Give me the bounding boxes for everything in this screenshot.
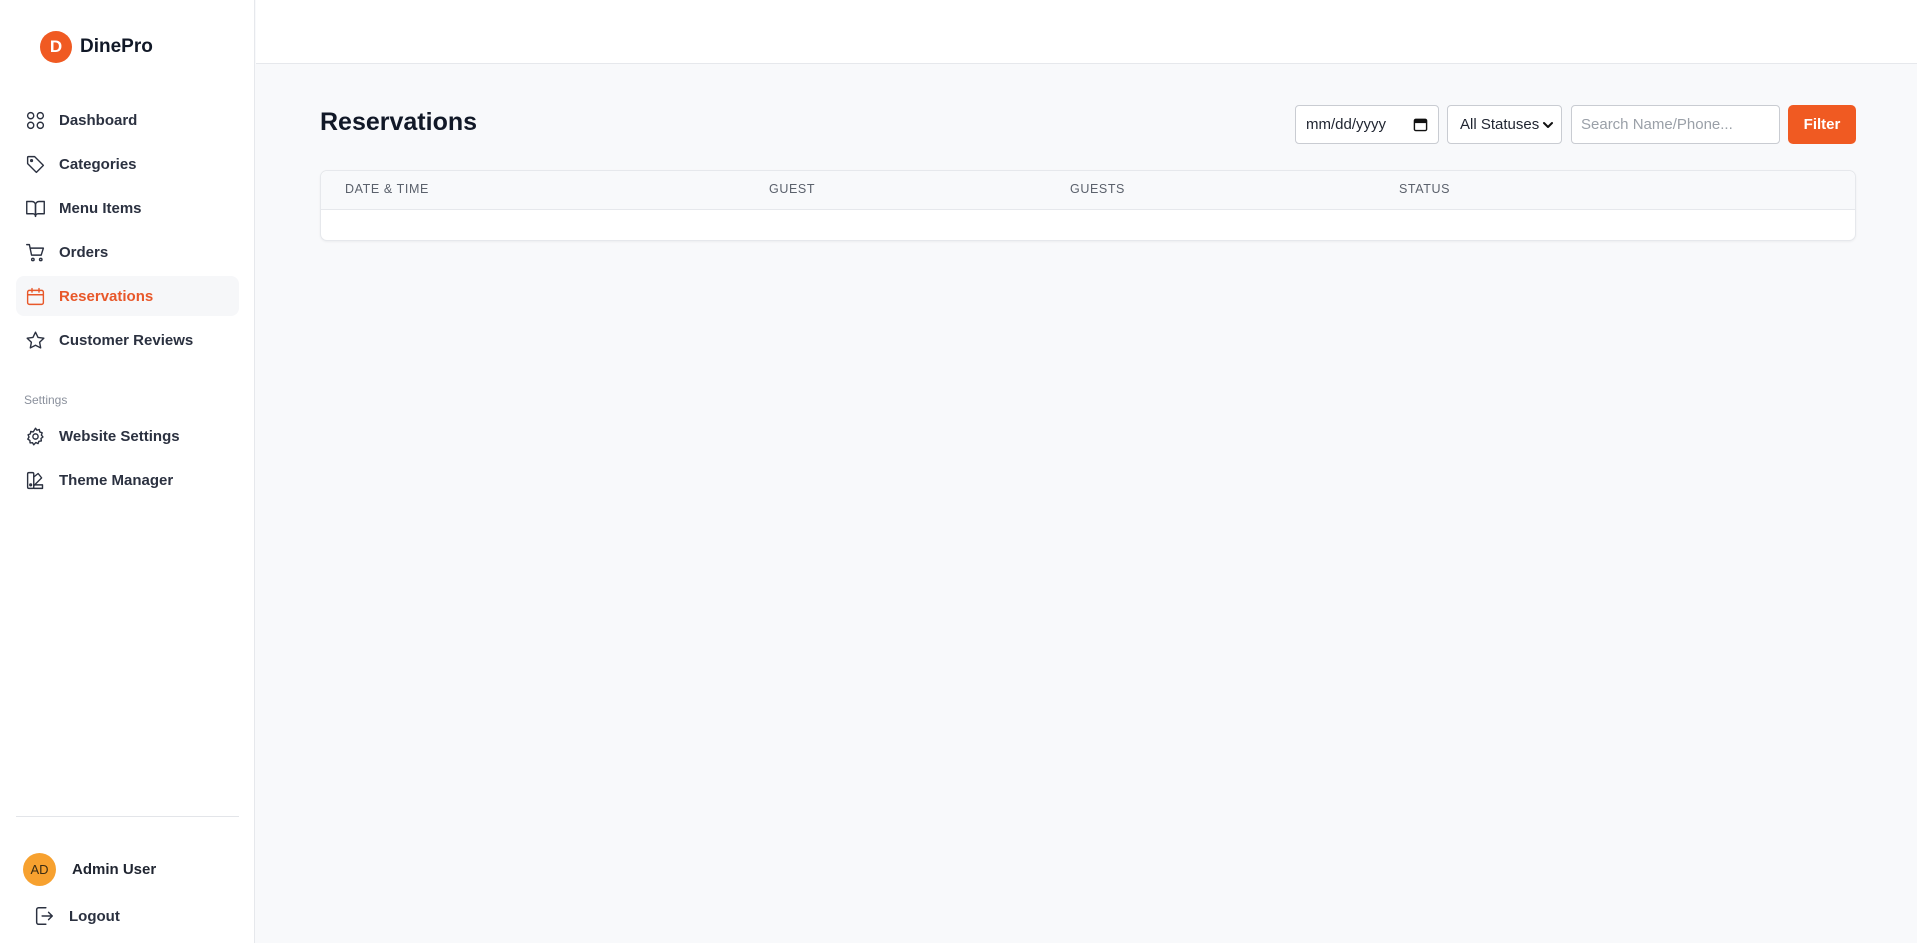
- settings-nav: Website Settings Theme Manager: [16, 416, 239, 504]
- chevron-down-icon: [1543, 122, 1553, 128]
- logout-label: Logout: [69, 907, 120, 925]
- search-input[interactable]: [1571, 105, 1780, 144]
- sidebar-item-dashboard[interactable]: Dashboard: [16, 100, 239, 140]
- sidebar-item-label: Reservations: [59, 287, 154, 305]
- star-icon: [24, 329, 46, 351]
- gear-icon: [24, 425, 46, 447]
- page-title: Reservations: [320, 108, 478, 136]
- calendar-icon: [24, 285, 46, 307]
- brand[interactable]: D DinePro: [40, 31, 153, 63]
- sidebar: D DinePro Dashboard Categories Menu Item…: [0, 0, 255, 943]
- sidebar-item-label: Dashboard: [59, 111, 138, 129]
- top-bar: [256, 0, 1917, 64]
- sidebar-item-website-settings[interactable]: Website Settings: [16, 416, 239, 456]
- sidebar-item-label: Website Settings: [59, 427, 180, 445]
- table-header: Date & Time Guest Guests Status: [321, 171, 1855, 210]
- sidebar-item-categories[interactable]: Categories: [16, 144, 239, 184]
- sidebar-item-orders[interactable]: Orders: [16, 232, 239, 272]
- filter-button[interactable]: Filter: [1788, 105, 1856, 144]
- tag-icon: [24, 153, 46, 175]
- date-placeholder: mm/dd/yyyy: [1306, 116, 1387, 133]
- reservations-table: Date & Time Guest Guests Status: [320, 170, 1856, 241]
- sidebar-divider: [16, 816, 239, 817]
- brand-name: DinePro: [80, 36, 153, 57]
- sidebar-item-theme-manager[interactable]: Theme Manager: [16, 460, 239, 500]
- user-name: Admin User: [72, 861, 157, 878]
- sidebar-item-label: Orders: [59, 243, 109, 261]
- sidebar-item-label: Customer Reviews: [59, 331, 194, 349]
- column-header-guests: Guests: [1070, 182, 1125, 196]
- main-nav: Dashboard Categories Menu Items Orders R…: [16, 100, 239, 364]
- column-header-guest: Guest: [769, 182, 816, 196]
- status-selected-value: All Statuses: [1460, 116, 1540, 133]
- column-header-status: Status: [1399, 182, 1451, 196]
- user-profile[interactable]: AD Admin User: [23, 853, 156, 886]
- settings-section-label: Settings: [24, 393, 68, 407]
- logout-icon: [35, 907, 53, 925]
- calendar-picker-icon[interactable]: [1413, 117, 1428, 132]
- logout-button[interactable]: Logout: [33, 905, 120, 927]
- date-filter-input[interactable]: mm/dd/yyyy: [1295, 105, 1439, 144]
- avatar: AD: [23, 853, 56, 886]
- column-header-date-time: Date & Time: [345, 182, 429, 196]
- status-filter-select[interactable]: All Statuses: [1447, 105, 1562, 144]
- book-icon: [24, 197, 46, 219]
- cart-icon: [24, 241, 46, 263]
- sidebar-item-label: Menu Items: [59, 199, 142, 217]
- grid-icon: [24, 109, 46, 131]
- sidebar-item-customer-reviews[interactable]: Customer Reviews: [16, 320, 239, 360]
- palette-icon: [24, 469, 46, 491]
- sidebar-item-label: Categories: [59, 155, 137, 173]
- brand-logo: D: [40, 31, 72, 63]
- sidebar-item-menu-items[interactable]: Menu Items: [16, 188, 239, 228]
- sidebar-item-reservations[interactable]: Reservations: [16, 276, 239, 316]
- sidebar-item-label: Theme Manager: [59, 471, 174, 489]
